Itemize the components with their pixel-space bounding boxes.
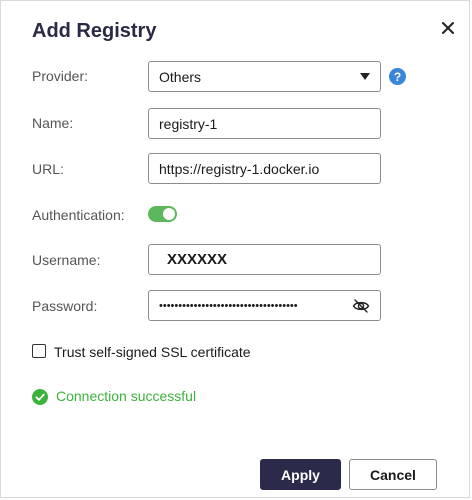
authentication-label: Authentication: [32, 207, 125, 223]
provider-label: Provider: [32, 68, 89, 84]
provider-select[interactable]: Others [148, 61, 381, 92]
ssl-checkbox-label[interactable]: Trust self-signed SSL certificate [54, 344, 251, 360]
password-label: Password: [32, 298, 98, 314]
toggle-knob [163, 208, 175, 220]
connection-status: Connection successful [56, 388, 197, 404]
dialog-title: Add Registry [32, 20, 157, 42]
url-label: URL: [32, 161, 64, 177]
authentication-toggle[interactable] [148, 206, 177, 222]
username-value: XXXXXX [167, 251, 228, 268]
help-icon[interactable]: ? [389, 68, 406, 85]
check-circle-icon [32, 389, 48, 405]
add-registry-dialog: Add Registry Provider: Others ? Name: UR… [0, 0, 470, 498]
close-icon[interactable] [438, 18, 458, 38]
apply-button[interactable]: Apply [260, 459, 341, 490]
username-field[interactable]: XXXXXX [148, 244, 381, 275]
name-input[interactable] [159, 115, 380, 132]
chevron-down-icon [360, 73, 370, 80]
ssl-checkbox[interactable] [32, 344, 46, 358]
name-field[interactable] [148, 108, 381, 139]
url-field[interactable] [148, 153, 381, 184]
name-label: Name: [32, 115, 74, 131]
eye-off-icon[interactable] [352, 298, 370, 314]
username-label: Username: [32, 252, 101, 268]
provider-selected-value: Others [159, 68, 202, 85]
password-masked-value: •••••••••••••••••••••••••••••••••••• [159, 299, 298, 312]
password-field[interactable]: •••••••••••••••••••••••••••••••••••• [148, 290, 381, 321]
url-input[interactable] [159, 160, 380, 177]
cancel-button[interactable]: Cancel [349, 459, 437, 490]
